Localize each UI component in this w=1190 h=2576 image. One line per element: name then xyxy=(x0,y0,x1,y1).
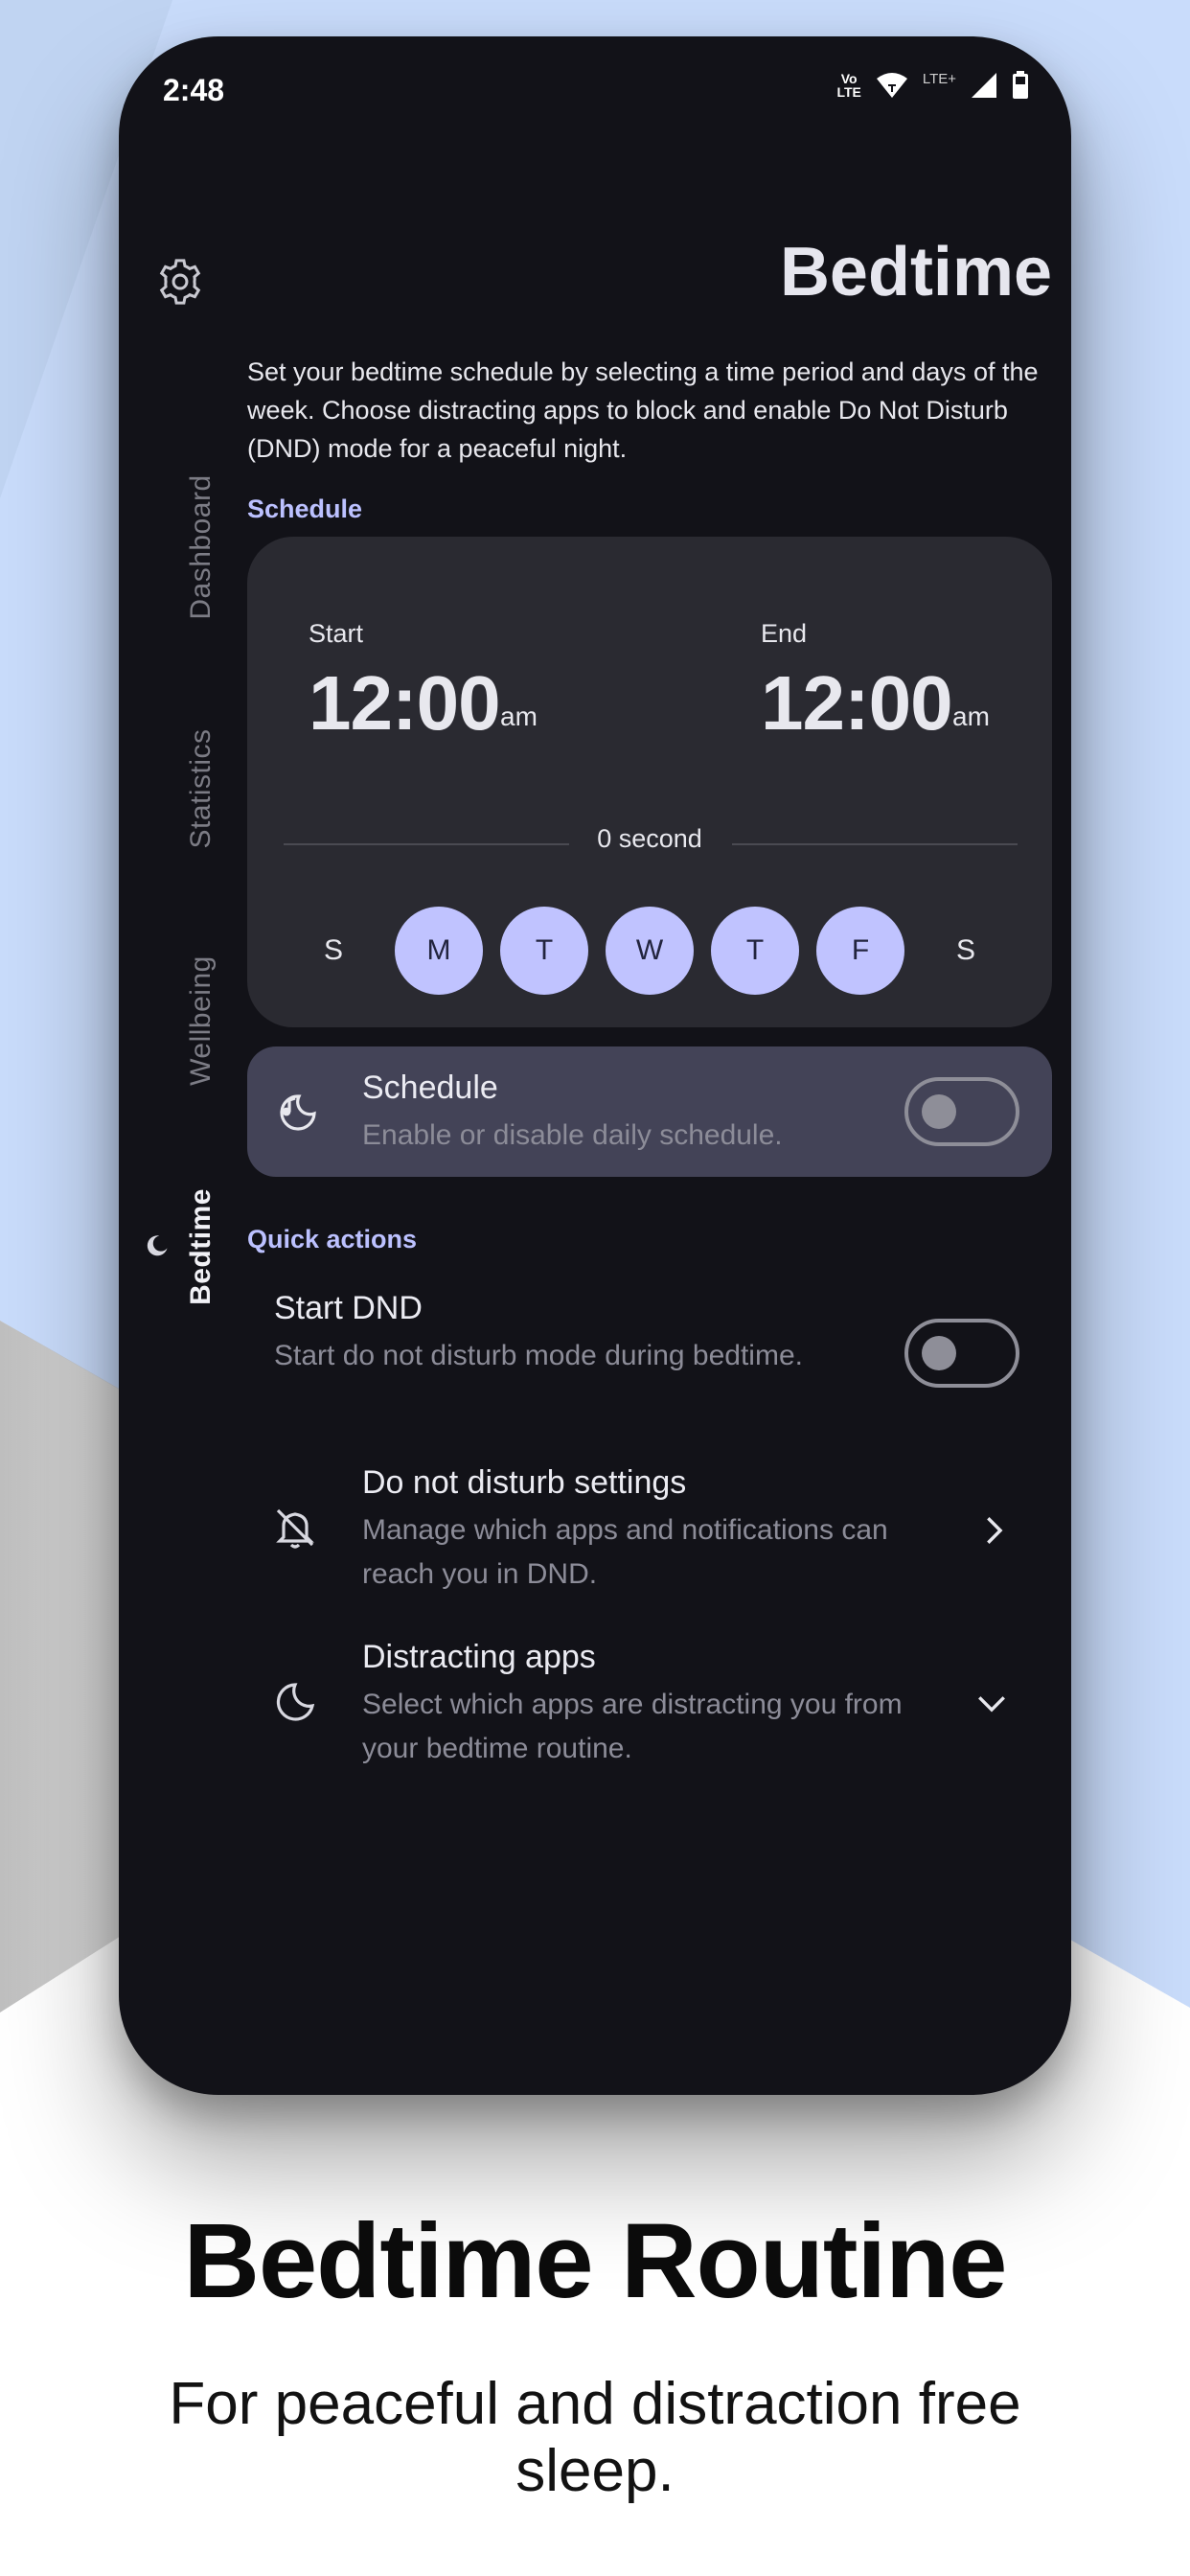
page-description: Set your bedtime schedule by selecting a… xyxy=(247,357,1039,463)
volte-indicator: Vo LTE xyxy=(836,71,861,100)
rail-item-statistics[interactable]: Statistics xyxy=(185,728,217,848)
promo-title: Bedtime Routine xyxy=(183,2202,1008,2320)
schedule-toggle-subtitle: Enable or disable daily schedule. xyxy=(362,1119,783,1151)
battery-icon xyxy=(1013,71,1028,99)
status-time: 2:48 xyxy=(163,73,225,107)
day-friday[interactable]: F xyxy=(816,907,904,995)
toggle-knob xyxy=(922,1336,956,1370)
toggle-knob xyxy=(922,1094,956,1129)
page-title: Bedtime xyxy=(779,234,1052,310)
start-dnd-row[interactable]: Start DND Start do not disturb mode duri… xyxy=(247,1282,1052,1436)
start-dnd-subtitle: Start do not disturb mode during bedtime… xyxy=(274,1340,803,1371)
end-label: End xyxy=(761,619,808,648)
distracting-apps-title: Distracting apps xyxy=(362,1639,596,1675)
start-label: Start xyxy=(309,619,364,648)
rail-item-wellbeing[interactable]: Wellbeing xyxy=(185,955,217,1086)
phone-screen: 2:48 Vo LTE LTE+ Dashboard Statistics Wel… xyxy=(119,36,1071,2095)
day-thursday[interactable]: T xyxy=(711,907,799,995)
start-time: 12:00 xyxy=(309,660,501,746)
chevron-right-icon xyxy=(987,1517,1003,1544)
notifications-off-icon xyxy=(276,1508,314,1549)
quick-actions-label: Quick actions xyxy=(247,1225,418,1254)
promo-subtitle: For peaceful and distraction free sleep. xyxy=(169,2371,1021,2504)
start-ampm: am xyxy=(500,702,538,731)
end-time: 12:00 xyxy=(761,660,953,746)
settings-gear-icon[interactable] xyxy=(155,257,205,307)
day-sunday[interactable]: S xyxy=(289,907,378,995)
wifi-icon xyxy=(876,73,907,98)
start-dnd-title: Start DND xyxy=(274,1290,423,1326)
dnd-settings-row[interactable]: Do not disturb settings Manage which app… xyxy=(247,1457,1052,1610)
schedule-card: Start 12:00 am End 12:00 am 0 second S M… xyxy=(247,537,1052,1027)
dnd-settings-title: Do not disturb settings xyxy=(362,1464,687,1501)
schedule-section-label: Schedule xyxy=(247,494,363,523)
schedule-toggle-title: Schedule xyxy=(362,1070,498,1106)
end-ampm: am xyxy=(952,702,990,731)
rail-item-bedtime[interactable]: Bedtime xyxy=(185,1188,217,1305)
day-saturday[interactable]: S xyxy=(922,907,1010,995)
chevron-down-icon[interactable] xyxy=(975,1687,1008,1719)
rail-item-dashboard[interactable]: Dashboard xyxy=(185,474,217,619)
schedule-toggle-row[interactable]: Schedule Enable or disable daily schedul… xyxy=(247,1046,1052,1177)
end-time-picker[interactable]: 12:00 am xyxy=(761,652,1010,748)
day-tuesday[interactable]: T xyxy=(500,907,588,995)
distracting-apps-row[interactable]: Distracting apps Select which apps are d… xyxy=(247,1631,1052,1784)
schedule-toggle-switch[interactable] xyxy=(904,1077,1019,1146)
day-monday[interactable]: M xyxy=(395,907,483,995)
start-dnd-toggle-switch[interactable] xyxy=(904,1319,1019,1388)
status-icons: Vo LTE LTE+ xyxy=(836,71,1029,100)
distracting-apps-subtitle: Select which apps are distracting you fr… xyxy=(362,1689,903,1764)
day-wednesday[interactable]: W xyxy=(606,907,694,995)
bedtime-moon-icon xyxy=(147,1235,168,1256)
duration-divider-right xyxy=(732,843,1018,845)
signal-icon xyxy=(972,73,996,98)
duration-text: 0 second xyxy=(597,824,702,853)
moon-icon xyxy=(276,1683,315,1721)
dnd-settings-subtitle: Manage which apps and notifications can … xyxy=(362,1514,888,1590)
bedtime-schedule-icon xyxy=(280,1094,316,1131)
lte-plus-indicator: LTE+ xyxy=(922,70,956,87)
start-time-picker[interactable]: 12:00 am xyxy=(309,652,558,748)
